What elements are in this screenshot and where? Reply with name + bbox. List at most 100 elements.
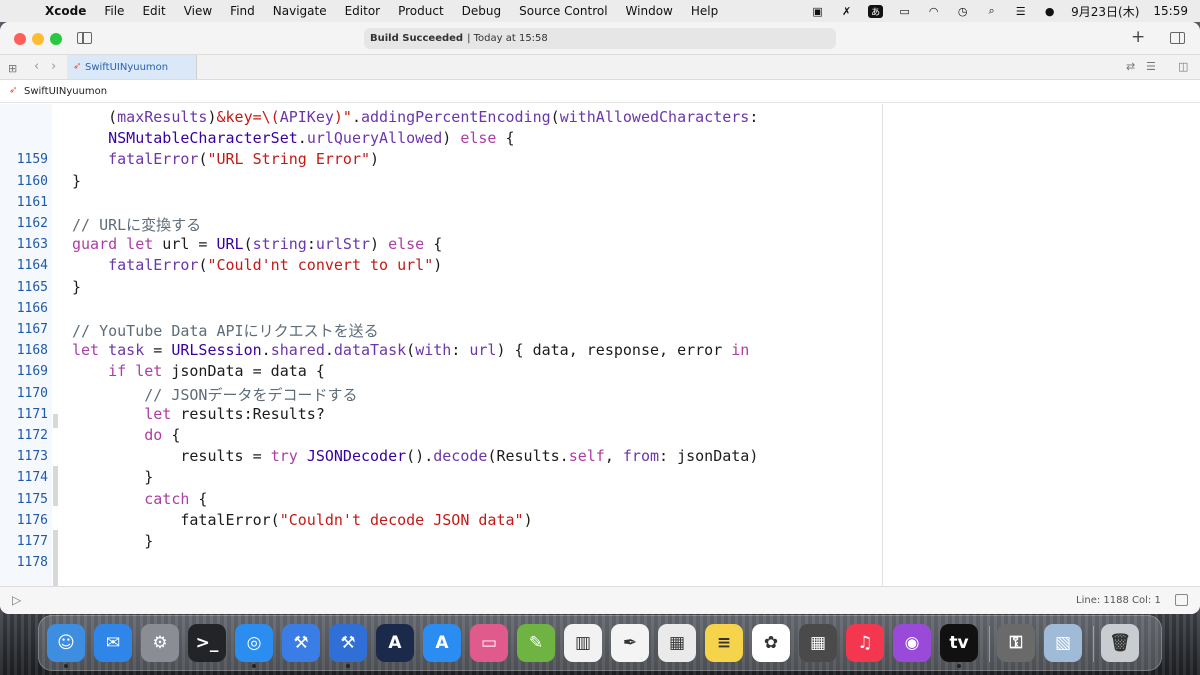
menu-product[interactable]: Product <box>389 4 453 18</box>
dock-pages-icon[interactable]: ✒ <box>611 624 649 662</box>
split-editor-icon[interactable]: ◫ <box>1178 60 1188 73</box>
jump-bar[interactable]: ➶ SwiftUINyuumon <box>0 81 1200 103</box>
code-fold-ribbon[interactable] <box>53 466 58 506</box>
line-number: 1177 <box>16 534 48 549</box>
code-line[interactable]: let results:Results? <box>72 405 325 423</box>
code-line[interactable]: guard let url = URL(string:urlStr) else … <box>72 235 442 253</box>
code-line[interactable]: results = try JSONDecoder().decode(Resul… <box>72 447 758 465</box>
spotlight-search-icon[interactable]: ⌕ <box>984 4 999 18</box>
code-line[interactable]: fatalError("Couldn't decode JSON data") <box>72 511 532 529</box>
battery-icon[interactable]: ▭ <box>897 5 912 18</box>
close-window-button[interactable] <box>14 33 26 45</box>
jump-bar-file[interactable]: SwiftUINyuumon <box>24 86 107 97</box>
time-machine-icon[interactable]: ◷ <box>955 5 970 18</box>
code-token: dataTask <box>333 341 407 360</box>
dock-preview-icon[interactable]: ▧ <box>1044 624 1082 662</box>
library-add-button[interactable]: + <box>1131 27 1145 47</box>
code-line[interactable]: // YouTube Data APIにリクエストを送る <box>72 320 379 341</box>
line-number-gutter: 1159 1160 1161 1162 1163 1164 1165 1166 1167 1168… <box>0 104 52 586</box>
dock-keynote-icon[interactable]: ▦ <box>658 624 696 662</box>
dock-photos-icon[interactable]: ✿ <box>752 624 790 662</box>
zoom-window-button[interactable] <box>50 33 62 45</box>
tab-swiftuinyuumon[interactable]: ➶ SwiftUINyuumon <box>67 55 197 79</box>
code-line[interactable]: fatalError("Could'nt convert to url") <box>72 256 442 274</box>
dock-safari-icon[interactable]: ◎ <box>235 624 273 662</box>
code-token: (). <box>406 447 434 466</box>
xcode-window: Build Succeeded | Today at 15:58 + ⊞ ‹ ›… <box>0 22 1200 614</box>
code-line[interactable]: (maxResults)&key=\(APIKey)".addingPercen… <box>72 108 758 126</box>
dock-podcasts-icon[interactable]: ◉ <box>893 624 931 662</box>
code-line[interactable]: } <box>72 532 153 550</box>
debug-area-toggle-icon[interactable]: ▷ <box>12 593 21 607</box>
dock-finder-icon[interactable]: ☺ <box>47 624 85 662</box>
code-line[interactable]: } <box>72 468 153 486</box>
menu-find[interactable]: Find <box>221 4 264 18</box>
code-line[interactable]: // JSONデータをデコードする <box>72 384 357 405</box>
code-token: URLSession <box>171 341 262 360</box>
navigate-back-icon[interactable]: ‹ <box>34 59 39 74</box>
dock-keychain-icon[interactable]: ⚿ <box>997 624 1035 662</box>
menu-file[interactable]: File <box>95 4 133 18</box>
menu-navigate[interactable]: Navigate <box>264 4 336 18</box>
code-line[interactable]: } <box>72 172 81 190</box>
code-token: : <box>306 235 316 254</box>
code-token: url = <box>153 235 217 254</box>
dock-mail-icon[interactable]: ✉ <box>94 624 132 662</box>
menu-window[interactable]: Window <box>617 4 682 18</box>
code-line[interactable]: fatalError("URL String Error") <box>72 150 379 168</box>
control-center-icon[interactable]: ☰ <box>1013 5 1028 18</box>
code-line[interactable]: catch { <box>72 490 207 508</box>
dock-instruments-icon[interactable]: A <box>376 624 414 662</box>
menu-source-control[interactable]: Source Control <box>510 4 616 18</box>
menu-time[interactable]: 15:59 <box>1153 4 1188 18</box>
code-line[interactable]: do { <box>72 426 180 444</box>
code-token: withAllowedCharacters <box>559 108 750 126</box>
dock-apple-tv-icon[interactable]: tv <box>940 624 978 662</box>
dock-trash-icon[interactable]: 🗑 <box>1101 624 1139 662</box>
debug-bar: ▷ Line: 1188 Col: 1 <box>0 586 1200 614</box>
input-method-icon[interactable]: あ <box>868 4 884 18</box>
source-editor[interactable]: 1159 1160 1161 1162 1163 1164 1165 1166 1167 1168… <box>0 104 1200 586</box>
code-line[interactable]: NSMutableCharacterSet.urlQueryAllowed) e… <box>72 129 514 147</box>
related-items-icon[interactable]: ⊞ <box>8 62 17 75</box>
dock-simulator-icon[interactable]: ▭ <box>470 624 508 662</box>
code-token: ( <box>550 108 560 126</box>
navigator-toggle-icon[interactable] <box>77 32 92 44</box>
screen-mirroring-icon[interactable]: ▣ <box>810 5 825 18</box>
dock-xcode-beta-icon[interactable]: ⚒ <box>282 624 320 662</box>
menu-debug[interactable]: Debug <box>453 4 510 18</box>
menu-view[interactable]: View <box>175 4 221 18</box>
menu-edit[interactable]: Edit <box>133 4 174 18</box>
dock-music-icon[interactable]: ♫ <box>846 624 884 662</box>
dock-numbers-icon[interactable]: ▥ <box>564 624 602 662</box>
build-status: Build Succeeded <box>370 33 464 44</box>
dock-notes-icon[interactable]: ≡ <box>705 624 743 662</box>
inspector-toggle-icon[interactable] <box>1170 32 1185 44</box>
wifi-icon[interactable]: ◠ <box>926 5 941 18</box>
code-fold-ribbon[interactable] <box>53 414 58 428</box>
dock-app-store-icon[interactable]: A <box>423 624 461 662</box>
menu-date[interactable]: 9月23日(木) <box>1071 3 1139 20</box>
code-line[interactable]: if let jsonData = data { <box>72 362 325 380</box>
code-line[interactable]: } <box>72 278 81 296</box>
debug-panel-icon[interactable] <box>1175 594 1188 606</box>
menu-editor[interactable]: Editor <box>336 4 390 18</box>
editor-options-icon[interactable]: ☰ <box>1146 60 1156 73</box>
menu-app-name[interactable]: Xcode <box>36 4 95 18</box>
dock-calculator-icon[interactable]: ▦ <box>799 624 837 662</box>
minimize-window-button[interactable] <box>32 33 44 45</box>
code-line[interactable]: // URLに変換する <box>72 214 201 235</box>
dock-xcode-icon[interactable]: ⚒ <box>329 624 367 662</box>
dock-system-preferences-icon[interactable]: ⚙ <box>141 624 179 662</box>
code-line[interactable]: let task = URLSession.shared.dataTask(wi… <box>72 341 749 359</box>
dock-numbers-editor-icon[interactable]: ✎ <box>517 624 555 662</box>
siri-icon[interactable]: ● <box>1042 5 1057 18</box>
editor-tab-bar: ⊞ ‹ › ➶ SwiftUINyuumon ⇄ ☰ ◫ <box>0 55 1200 80</box>
navigate-forward-icon[interactable]: › <box>51 59 56 74</box>
line-number: 1173 <box>16 449 48 465</box>
code-review-icon[interactable]: ⇄ <box>1126 60 1135 73</box>
menu-help[interactable]: Help <box>682 4 727 18</box>
dock-terminal-icon[interactable]: >_ <box>188 624 226 662</box>
code-fold-ribbon[interactable] <box>53 530 58 586</box>
bluetooth-off-icon[interactable]: ✗ <box>839 5 854 18</box>
